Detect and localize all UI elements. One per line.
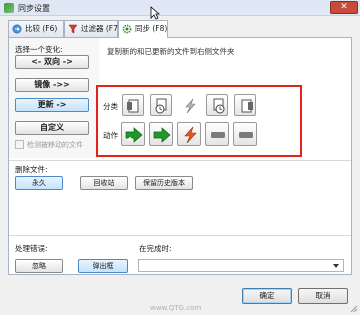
file-time-right-icon xyxy=(213,98,225,114)
section-divider xyxy=(9,235,351,236)
tab-compare-label: 比较 (F6) xyxy=(25,24,58,33)
gear-icon xyxy=(122,24,132,34)
file-time-left-icon xyxy=(155,98,167,114)
resize-grip-icon[interactable] xyxy=(350,305,358,313)
detect-moved-checkbox[interactable] xyxy=(15,140,24,149)
mirror-button[interactable]: 镜像 ->> xyxy=(15,78,89,92)
ok-button[interactable]: 确定 xyxy=(242,288,292,304)
copy-right-add-icon xyxy=(125,127,143,143)
tab-filter[interactable]: 过滤器 (F7) xyxy=(64,20,121,37)
category-conflict-button[interactable] xyxy=(178,94,200,116)
category-left-newer-button[interactable] xyxy=(150,94,172,116)
compare-icon xyxy=(12,24,22,34)
filter-icon xyxy=(68,24,78,34)
delete-recycle-bin-button[interactable]: 回收站 xyxy=(80,176,128,190)
update-button[interactable]: 更新 -> xyxy=(15,98,89,112)
deletion-heading: 删除文件: xyxy=(15,165,48,174)
category-label: 分类 xyxy=(103,102,118,111)
app-icon xyxy=(4,3,14,13)
category-right-newer-button[interactable] xyxy=(206,94,228,116)
watermark: www.QTG.com xyxy=(150,304,202,312)
file-new-right-icon xyxy=(241,99,253,113)
section-divider xyxy=(9,160,351,161)
delete-permanent-button[interactable]: 永久 xyxy=(15,176,63,190)
conflict-bolt-icon xyxy=(184,126,197,144)
custom-button[interactable]: 自定义 xyxy=(15,121,89,135)
ignore-errors-button[interactable]: 忽略 xyxy=(15,259,63,273)
chevron-down-icon xyxy=(333,264,339,268)
title-bar: 同步设置 ✕ xyxy=(0,0,360,16)
sync-panel: 选择一个变化: 复制新的和已更新的文件到右侧文件夹 <- 双向 -> 镜像 ->… xyxy=(8,37,352,275)
tab-filter-label: 过滤器 (F7) xyxy=(81,24,121,33)
detect-moved-label: 检测被移动的文件 xyxy=(27,141,83,149)
two-way-button[interactable]: <- 双向 -> xyxy=(15,55,89,69)
cancel-button[interactable]: 取消 xyxy=(298,288,348,304)
window-close-button[interactable]: ✕ xyxy=(330,1,358,14)
variant-heading: 选择一个变化: xyxy=(15,45,63,54)
conflict-icon xyxy=(185,98,196,114)
mouse-cursor-icon xyxy=(150,6,160,20)
action-conflict-button[interactable] xyxy=(177,122,201,146)
do-nothing-icon xyxy=(211,132,225,138)
tab-sync-label: 同步 (F8) xyxy=(135,24,168,33)
window-title: 同步设置 xyxy=(18,4,50,13)
do-nothing-icon xyxy=(239,132,253,138)
category-right-only-button[interactable] xyxy=(234,94,256,116)
sync-settings-dialog: 同步设置 ✕ 比较 (F6) 过滤器 (F7) 同步 (F8) 选择一个变化: … xyxy=(0,0,360,315)
variant-description: 复制新的和已更新的文件到右侧文件夹 xyxy=(107,47,235,56)
completion-heading: 在完成时: xyxy=(139,244,172,253)
action-do-nothing-right-button[interactable] xyxy=(233,122,257,146)
action-copy-updated-button[interactable] xyxy=(149,122,173,146)
tab-sync[interactable]: 同步 (F8) xyxy=(118,20,168,38)
copy-right-icon xyxy=(153,127,171,143)
tab-compare[interactable]: 比较 (F6) xyxy=(8,20,64,37)
category-left-only-button[interactable] xyxy=(122,94,144,116)
action-do-nothing-left-button[interactable] xyxy=(205,122,229,146)
errors-heading: 处理错误: xyxy=(15,244,48,253)
completion-select[interactable] xyxy=(138,259,344,272)
action-label: 动作 xyxy=(103,131,118,140)
action-copy-new-button[interactable] xyxy=(121,122,145,146)
popup-errors-button[interactable]: 弹出框 xyxy=(78,259,128,273)
file-new-left-icon xyxy=(127,99,139,113)
delete-versioning-button[interactable]: 保留历史版本 xyxy=(135,176,193,190)
